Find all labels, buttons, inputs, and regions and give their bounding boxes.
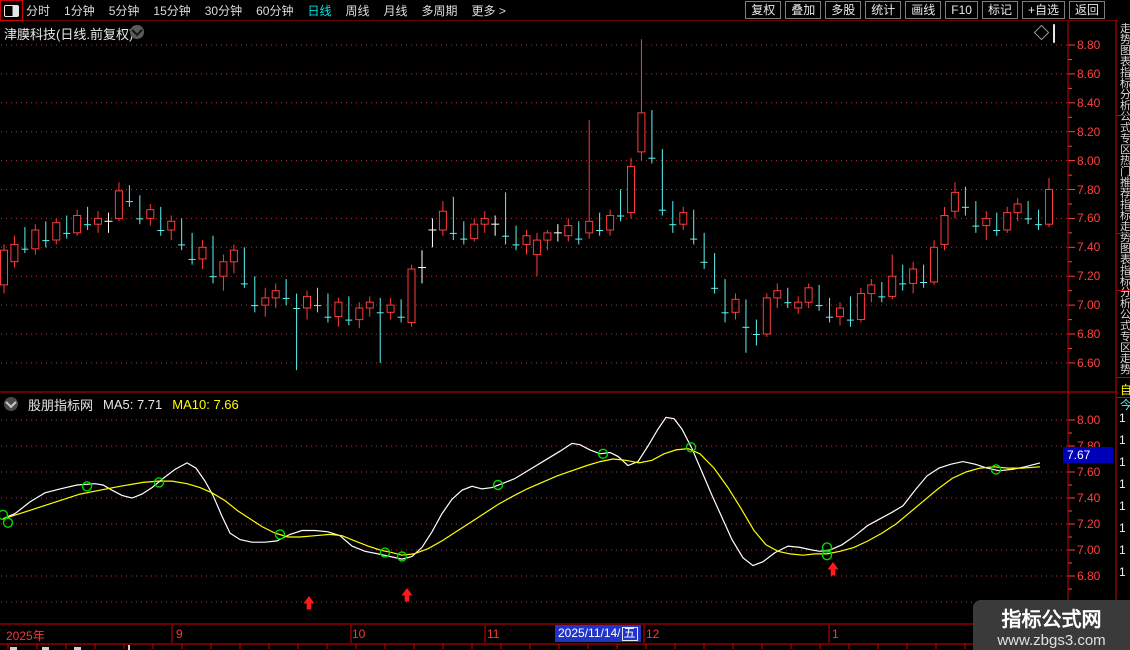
split-window-icon (1053, 24, 1055, 43)
app-window: 分时 1分钟 5分钟 15分钟 30分钟 60分钟 日线 周线 月线 多周期 更多 > 复权 叠加 多股… (0, 0, 1130, 650)
price-tick-label: 7.00 (1077, 298, 1101, 313)
time-tick-label: 12 (646, 627, 660, 641)
menu-item-周线[interactable]: 周线 (345, 2, 369, 19)
strip-divider (1117, 290, 1130, 291)
weekday-text: 五 (621, 625, 638, 641)
indicator-tick-label: 7.40 (1077, 491, 1101, 505)
period-menu: 分时 1分钟 5分钟 15分钟 30分钟 60分钟 日线 周线 月线 多周期 更多 > (26, 0, 506, 20)
price-tick-label: 7.40 (1077, 240, 1101, 255)
menu-item-1分钟[interactable]: 1分钟 (64, 2, 95, 19)
menu-item-30分钟[interactable]: 30分钟 (205, 2, 242, 19)
right-edge-strip: 走势图表指标分析公式专区热门推荐指标走势图表指标分析公式专区走势 自 今 111… (1117, 0, 1130, 650)
price-tick-label: 8.40 (1077, 95, 1101, 110)
price-tick-label: 8.20 (1077, 124, 1101, 139)
strip-list-digit: 1 (1119, 433, 1126, 447)
menu-item-5分钟[interactable]: 5分钟 (109, 2, 140, 19)
strip-list-digit: 1 (1119, 411, 1126, 425)
toolbar-button-多股[interactable]: 多股 (825, 1, 862, 19)
layout-toggle-button[interactable] (0, 0, 23, 21)
date-text: 2025/11/14/ (558, 626, 621, 640)
selected-date-badge: 2025/11/14/五 (555, 625, 641, 642)
strip-list-digit: 1 (1119, 477, 1126, 491)
strip-list-digit: 1 (1119, 499, 1126, 513)
window-split-icon[interactable] (1053, 24, 1055, 43)
time-tick-label: 10 (352, 627, 366, 641)
toolbar-button-叠加[interactable]: 叠加 (785, 1, 822, 19)
ma10-value: MA10: 7.66 (172, 396, 239, 412)
toolbar-buttons: 复权 叠加 多股 统计 画线 F10 标记 +自选 返回 (745, 1, 1105, 19)
indicator-title: 股朋指标网 (28, 397, 94, 413)
toolbar-button-复权[interactable]: 复权 (745, 1, 782, 19)
top-toolbar: 分时 1分钟 5分钟 15分钟 30分钟 60分钟 日线 周线 月线 多周期 更多 > 复权 叠加 多股… (0, 0, 1130, 21)
title-dropdown-icon[interactable] (130, 25, 144, 39)
toolbar-button-标记[interactable]: 标记 (981, 1, 1018, 19)
menu-item-15分钟[interactable]: 15分钟 (153, 2, 190, 19)
toolbar-button-+自选[interactable]: +自选 (1021, 1, 1065, 19)
strip-divider (1117, 115, 1130, 116)
watermark: 指标公式网 www.zbgs3.com (973, 600, 1130, 650)
strip-vertical-text: 走势图表指标分析公式专区热门推荐指标走势图表指标分析公式专区走势 (1120, 23, 1130, 376)
toolbar-button-统计[interactable]: 统计 (865, 1, 902, 19)
time-tick-label: 1 (832, 627, 839, 641)
menu-item-分时[interactable]: 分时 (26, 2, 50, 19)
toolbar-button-画线[interactable]: 画线 (905, 1, 942, 19)
price-tick-label: 8.60 (1077, 66, 1101, 81)
menu-item-60分钟[interactable]: 60分钟 (256, 2, 293, 19)
menu-item-多周期[interactable]: 多周期 (422, 2, 458, 19)
watermark-title: 指标公式网 (1001, 609, 1102, 631)
price-tick-label: 8.80 (1077, 38, 1101, 52)
indicator-tick-label: 7.20 (1077, 517, 1101, 531)
strip-divider (1117, 377, 1130, 378)
ma5-value: MA5: 7.71 (103, 396, 163, 412)
chart-canvas[interactable] (0, 0, 1130, 650)
strip-list-digit: 1 (1119, 543, 1126, 557)
time-tick-label: 2025年 (6, 629, 45, 643)
price-tick-label: 7.60 (1077, 211, 1101, 226)
indicator-tick-label: 7.00 (1077, 543, 1101, 557)
strip-list-digit: 1 (1119, 521, 1126, 535)
indicator-tick-label: 6.80 (1077, 569, 1101, 583)
price-tick-label: 6.60 (1077, 355, 1101, 370)
strip-list-digit: 1 (1119, 455, 1126, 469)
strip-divider (1117, 233, 1130, 234)
watermark-url: www.zbgs3.com (997, 632, 1106, 649)
time-tick-label: 9 (176, 627, 183, 641)
price-tick-label: 7.20 (1077, 269, 1101, 284)
strip-list-digit: 1 (1119, 565, 1126, 579)
price-tick-label: 7.80 (1077, 182, 1101, 197)
stock-title: 津膜科技(日线.前复权) (4, 27, 134, 42)
price-tick-label: 6.80 (1077, 327, 1101, 341)
toolbar-button-返回[interactable]: 返回 (1068, 1, 1105, 19)
current-value-badge: 7.67 (1063, 447, 1113, 463)
clipped-text-fragment (128, 645, 130, 650)
menu-item-日线[interactable]: 日线 (307, 2, 331, 19)
menu-item-更多 >[interactable]: 更多 > (472, 2, 506, 19)
indicator-tick-label: 8.00 (1077, 413, 1101, 427)
indicator-header: 股朋指标网 MA5: 7.71 MA10: 7.66 (4, 396, 239, 413)
indicator-dropdown-icon[interactable] (4, 397, 18, 411)
indicator-tick-label: 7.60 (1077, 465, 1101, 479)
time-tick-label: 11 (487, 627, 500, 641)
split-window-icon (4, 4, 19, 17)
toolbar-button-F10[interactable]: F10 (945, 1, 978, 19)
menu-item-月线[interactable]: 月线 (384, 2, 408, 19)
price-tick-label: 8.00 (1077, 153, 1101, 168)
